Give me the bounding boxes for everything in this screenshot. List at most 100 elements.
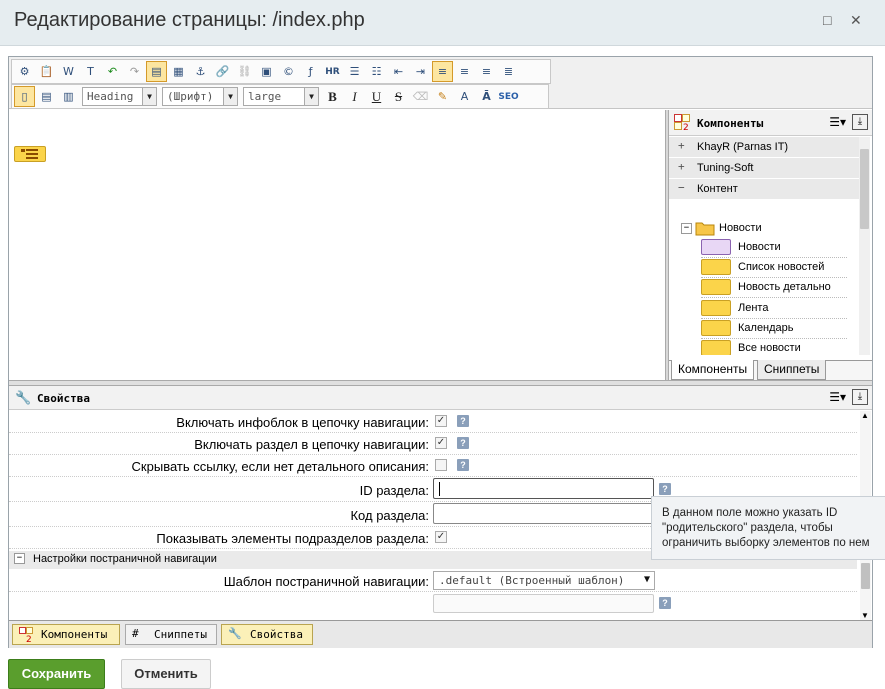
wysiwyg-mode-icon[interactable]: ▯ (14, 86, 35, 107)
align-right-icon[interactable]: ≡ (476, 61, 497, 82)
component-feed[interactable]: Лента (701, 300, 847, 320)
chevron-down-icon: ▼ (223, 88, 237, 105)
undo-icon[interactable]: ↶ (102, 61, 123, 82)
tree-group-khayr[interactable]: + KhayR (Parnas IT) (669, 137, 859, 158)
help-icon[interactable]: ? (457, 415, 469, 427)
align-center-icon[interactable]: ≡ (454, 61, 475, 82)
tree-group-content[interactable]: − Контент (669, 179, 859, 200)
table-icon[interactable]: ▦ (168, 61, 189, 82)
component-calendar[interactable]: Календарь (701, 320, 847, 340)
bold-button[interactable]: B (322, 86, 343, 107)
help-icon[interactable]: ? (457, 437, 469, 449)
code-mode-icon[interactable]: ▤ (36, 86, 57, 107)
size-select[interactable]: large ▼ (243, 87, 319, 106)
pagination-template-select[interactable]: .default (Встроенный шаблон) ▼ (433, 571, 655, 590)
editor-content-area[interactable] (9, 110, 665, 380)
tab-components[interactable]: Компоненты (671, 360, 755, 380)
indent-icon[interactable]: ⇥ (410, 61, 431, 82)
section-id-input[interactable] (433, 478, 654, 499)
panel-menu-icon[interactable]: ☰▾ (829, 115, 846, 129)
underline-button[interactable]: U (366, 86, 387, 107)
unordered-list-icon[interactable]: ☷ (366, 61, 387, 82)
collapse-icon: − (681, 223, 692, 234)
unlink-icon[interactable]: ⛓ (234, 61, 255, 82)
dialog-titlebar: Редактирование страницы: /index.php □ ✕ (0, 0, 885, 46)
settings-icon[interactable]: ⚙ (14, 61, 35, 82)
bottom-tab-properties[interactable]: 🔧 Свойства (221, 624, 313, 645)
copyright-icon[interactable]: © (278, 61, 299, 82)
collapse-icon: − (14, 553, 25, 564)
ordered-list-icon[interactable]: ☰ (344, 61, 365, 82)
tab-snippets[interactable]: Сниппеты (757, 360, 827, 380)
help-icon[interactable]: ? (659, 597, 671, 609)
redo-icon[interactable]: ↷ (124, 61, 145, 82)
borders-icon[interactable]: ▤ (146, 61, 167, 82)
help-icon[interactable]: ? (659, 483, 671, 495)
paste-text-icon[interactable]: T (80, 61, 101, 82)
panel-menu-icon[interactable]: ☰▾ (829, 390, 846, 404)
link-icon[interactable]: 🔗 (212, 61, 233, 82)
iblock-chain-checkbox[interactable]: ✓ (435, 415, 447, 427)
save-button[interactable]: Сохранить (8, 659, 105, 689)
dialog-title: Редактирование страницы: /index.php (14, 9, 365, 31)
split-mode-icon[interactable]: ▥ (58, 86, 79, 107)
italic-button[interactable]: I (344, 86, 365, 107)
component-news[interactable]: Новости (701, 239, 847, 259)
maximize-icon[interactable]: □ (823, 12, 831, 28)
components-panel: 2 Компоненты ☰▾ ⤓ + KhayR (Parnas IT) + … (668, 110, 872, 380)
image-icon[interactable]: ▣ (256, 61, 277, 82)
extra-input[interactable] (433, 594, 654, 613)
component-placeholder-icon[interactable] (14, 146, 46, 162)
show-subsections-checkbox[interactable]: ✓ (435, 531, 447, 543)
paste-word-icon[interactable]: W (58, 61, 79, 82)
scrollbar-thumb[interactable] (861, 563, 870, 589)
bottom-tab-components[interactable]: 2 Компоненты (12, 624, 120, 645)
close-icon[interactable]: ✕ (850, 12, 862, 29)
cancel-button[interactable]: Отменить (121, 659, 211, 689)
section-code-input[interactable] (433, 503, 654, 524)
component-news-list[interactable]: Список новостей (701, 259, 847, 279)
snippet-icon: # (132, 627, 139, 640)
scroll-up-icon[interactable]: ▲ (861, 411, 869, 420)
style-select[interactable]: Heading ▼ (82, 87, 157, 106)
components-panel-title: Компоненты (697, 117, 764, 130)
align-justify-icon[interactable]: ≣ (498, 61, 519, 82)
format-brush-icon[interactable]: ✎ (432, 86, 453, 107)
chevron-down-icon: ▼ (142, 88, 156, 105)
text-color-icon[interactable]: A (454, 86, 475, 107)
scrollbar-thumb[interactable] (860, 149, 869, 229)
components-icon: 2 (19, 627, 35, 645)
svg-text:2: 2 (683, 123, 689, 131)
svg-text:2: 2 (26, 635, 32, 642)
outdent-icon[interactable]: ⇤ (388, 61, 409, 82)
folder-icon (695, 220, 715, 239)
bottom-tab-snippets[interactable]: # Сниппеты (125, 624, 217, 645)
prop-row-section-chain: Включать раздел в цепочку навигации: ✓ ? (9, 433, 857, 455)
seo-icon[interactable]: SEO (498, 86, 519, 107)
tree-group-tuning-soft[interactable]: + Tuning-Soft (669, 158, 859, 179)
paste-icon[interactable]: 📋 (36, 61, 57, 82)
properties-panel-header: 🔧 Свойства ☰▾ ⤓ (9, 386, 872, 410)
panel-minimize-icon[interactable]: ⤓ (852, 114, 868, 130)
font-select[interactable]: (Шрифт) ▼ (162, 87, 238, 106)
strikethrough-button[interactable]: S (388, 86, 409, 107)
scroll-down-icon[interactable]: ▼ (861, 611, 869, 620)
hide-link-checkbox[interactable] (435, 459, 447, 471)
component-news-detail[interactable]: Новость детально (701, 279, 847, 299)
wrench-icon: 🔧 (15, 390, 32, 405)
align-left-icon[interactable]: ≡ (432, 61, 453, 82)
anchor-icon[interactable]: ⚓ (190, 61, 211, 82)
help-icon[interactable]: ? (457, 459, 469, 471)
hr-icon[interactable]: HR (322, 61, 343, 82)
panel-minimize-icon[interactable]: ⤓ (852, 389, 868, 405)
components-panel-header: 2 Компоненты ☰▾ ⤓ (669, 110, 872, 136)
component-all-news[interactable]: Все новости (701, 340, 847, 355)
eraser-icon[interactable]: ⌫ (410, 86, 431, 107)
components-scrollbar[interactable] (859, 137, 870, 355)
section-chain-checkbox[interactable]: ✓ (435, 437, 447, 449)
highlight-icon[interactable]: Ā (476, 86, 497, 107)
expand-icon: + (678, 160, 685, 173)
components-tab-strip: Компоненты Сниппеты (669, 360, 872, 380)
expand-icon: + (678, 139, 685, 152)
special-char-icon[interactable]: ƒ (300, 61, 321, 82)
